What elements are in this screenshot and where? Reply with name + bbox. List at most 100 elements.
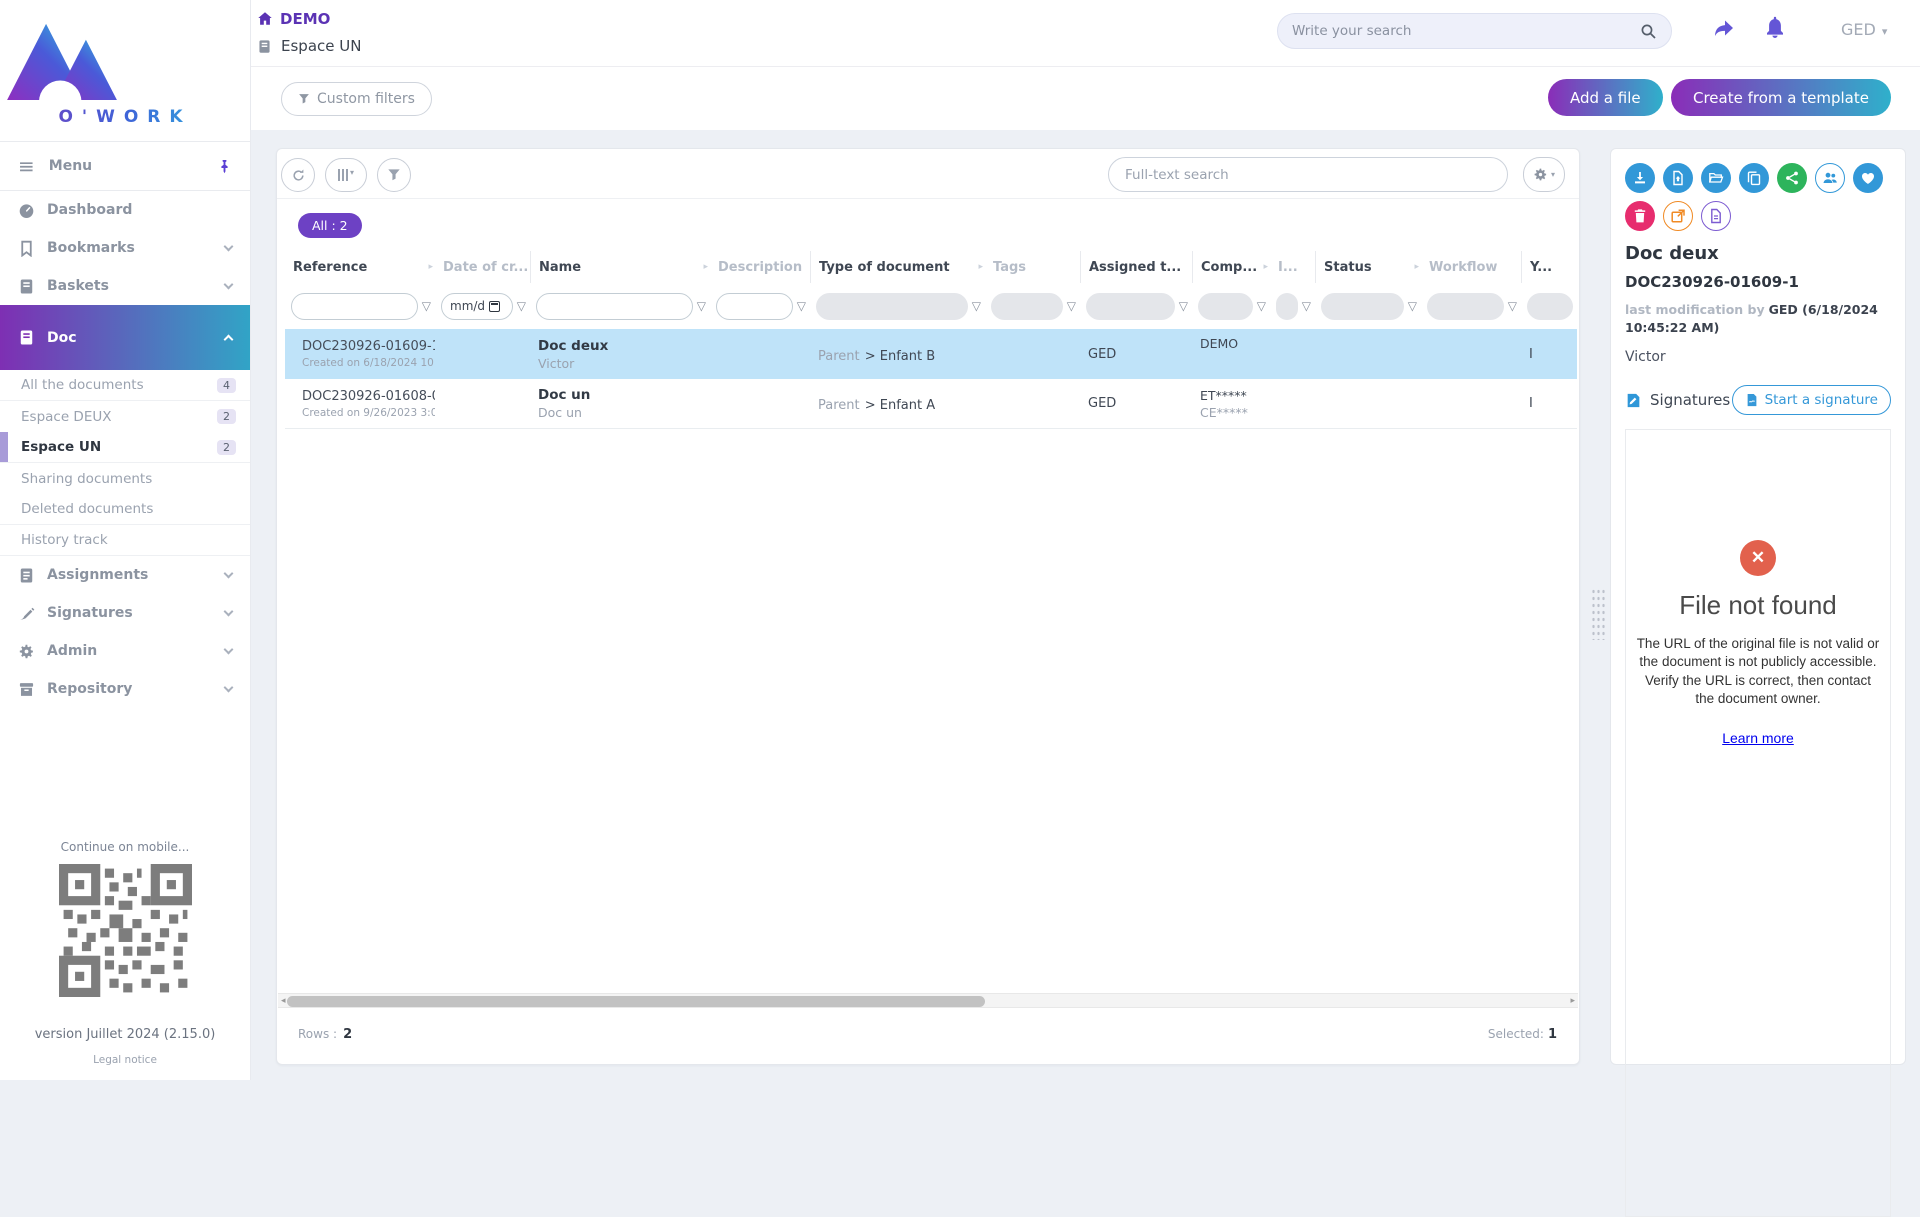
sidebar-item-doc[interactable]: Doc — [0, 305, 250, 370]
chevron-down-icon — [224, 645, 234, 655]
user-menu[interactable]: GED▾ — [1841, 20, 1887, 39]
filter-button[interactable] — [377, 158, 411, 192]
filter-funnel-icon[interactable]: ▽ — [1067, 299, 1076, 313]
sidebar-subitem-espace-deux[interactable]: Espace DEUX 2 — [0, 401, 250, 432]
filter-date-input[interactable]: mm/d — [441, 293, 513, 320]
properties-button[interactable] — [1701, 201, 1731, 231]
sidebar-nav: Dashboard Bookmarks Baskets Doc All the … — [0, 191, 250, 708]
favorite-button[interactable] — [1853, 163, 1883, 193]
refresh-button[interactable] — [281, 158, 315, 192]
edit-button[interactable] — [1663, 201, 1693, 231]
filter-funnel-icon[interactable]: ▽ — [1408, 299, 1417, 313]
cell-assigned: GED — [1080, 396, 1192, 411]
sidebar-item-label: Doc — [47, 330, 213, 346]
create-from-template-button[interactable]: Create from a template — [1671, 79, 1891, 116]
qr-code — [59, 864, 192, 997]
column-header-date[interactable]: Date of cr... — [435, 251, 530, 283]
sidebar-item-admin[interactable]: Admin — [0, 632, 250, 670]
filter-funnel-icon[interactable]: ▽ — [1302, 299, 1311, 313]
file-error-title: File not found — [1626, 590, 1890, 621]
column-header-i[interactable]: I... — [1270, 251, 1315, 283]
add-version-button[interactable] — [1663, 163, 1693, 193]
sidebar-item-assignments[interactable]: Assignments — [0, 556, 250, 594]
filter-y-select — [1527, 293, 1573, 320]
table-row[interactable]: w DOC230926-01609-1 Created on 6/18/2024… — [285, 329, 1577, 379]
pin-icon[interactable] — [217, 158, 232, 175]
scrollbar-thumb[interactable] — [287, 996, 985, 1007]
column-header-y[interactable]: Y... — [1521, 251, 1577, 283]
sidebar-item-signatures[interactable]: Signatures — [0, 594, 250, 632]
filter-funnel-icon[interactable]: ▽ — [422, 299, 431, 313]
sidebar-item-repository[interactable]: Repository — [0, 670, 250, 708]
column-header-type[interactable]: Type of document ▸ — [810, 251, 985, 283]
table-row[interactable]: DOC230926-01608-0 Created on 9/26/2023 3… — [285, 379, 1577, 429]
filter-i-select — [1276, 293, 1298, 320]
fulltext-search-input[interactable] — [1125, 167, 1491, 183]
scroll-left-icon[interactable]: ◂ — [281, 995, 286, 1007]
topbar: DEMO Espace UN GED▾ Cus — [251, 0, 1920, 130]
column-header-tags[interactable]: Tags — [985, 251, 1080, 283]
sidebar-item-dashboard[interactable]: Dashboard — [0, 191, 250, 229]
table-settings-button[interactable]: ▾ — [1523, 157, 1565, 192]
heart-icon — [1860, 170, 1876, 186]
calendar-icon[interactable] — [489, 301, 500, 312]
column-header-name[interactable]: Name ▸ — [530, 251, 710, 283]
column-header-workflow[interactable]: Workflow — [1421, 251, 1521, 283]
filter-reference-input[interactable] — [291, 293, 418, 320]
column-header-description[interactable]: Description — [710, 251, 810, 283]
filter-funnel-icon[interactable]: ▽ — [697, 299, 706, 313]
sidebar-subitem-deleted-documents[interactable]: Deleted documents — [0, 494, 250, 525]
sidebar-subitem-history-track[interactable]: History track — [0, 525, 250, 556]
bell-icon[interactable] — [1763, 16, 1787, 40]
caret-down-icon: ▾ — [1551, 170, 1555, 179]
assign-users-button[interactable] — [1815, 163, 1845, 193]
menu-label: Menu — [49, 158, 203, 174]
filter-funnel-icon[interactable]: ▽ — [797, 299, 806, 313]
tab-all-documents[interactable]: All : 2 — [298, 213, 362, 238]
doc-created: Created on 6/18/2024 10:45:22 AM — [302, 357, 435, 369]
start-signature-button[interactable]: Start a signature — [1732, 385, 1891, 415]
share-document-button[interactable] — [1777, 163, 1807, 193]
share-icon[interactable] — [1711, 16, 1735, 40]
sidebar-subitem-sharing-documents[interactable]: Sharing documents — [0, 463, 250, 494]
open-folder-button[interactable] — [1701, 163, 1731, 193]
column-header-assigned[interactable]: Assigned t... — [1080, 251, 1192, 283]
column-header-reference[interactable]: Reference ▸ — [285, 251, 435, 283]
sidebar-subitem-all-documents[interactable]: All the documents 4 — [0, 370, 250, 401]
sidebar-item-baskets[interactable]: Baskets — [0, 267, 250, 305]
book-icon — [18, 329, 35, 346]
global-search-input[interactable] — [1292, 23, 1640, 39]
filter-funnel-icon[interactable]: ▽ — [972, 299, 981, 313]
legal-notice-link[interactable]: Legal notice — [0, 1054, 250, 1066]
signatures-label: Signatures — [1625, 391, 1730, 409]
filter-funnel-icon[interactable]: ▽ — [1179, 299, 1188, 313]
column-header-company[interactable]: Comp... ▸ — [1192, 251, 1270, 283]
detail-panel: Doc deux DOC230926-01609-1 last modifica… — [1610, 148, 1906, 1065]
scroll-right-icon[interactable]: ▸ — [1570, 995, 1575, 1007]
filter-name-input[interactable] — [536, 293, 693, 320]
subitem-label: All the documents — [21, 377, 217, 393]
sidebar-subitem-espace-un[interactable]: Espace UN 2 — [0, 432, 250, 463]
delete-button[interactable] — [1625, 201, 1655, 231]
subitem-label: Espace DEUX — [21, 409, 217, 425]
filter-description-input[interactable] — [716, 293, 793, 320]
brand-logo[interactable]: O'WORK — [0, 0, 250, 127]
copy-button[interactable] — [1739, 163, 1769, 193]
filter-funnel-icon[interactable]: ▽ — [1508, 299, 1517, 313]
download-button[interactable] — [1625, 163, 1655, 193]
sidebar-item-bookmarks[interactable]: Bookmarks — [0, 229, 250, 267]
custom-filters-button[interactable]: Custom filters — [281, 82, 432, 116]
document-actions-row — [1625, 163, 1891, 193]
add-file-button[interactable]: Add a file — [1548, 79, 1663, 116]
document-icon — [1708, 208, 1724, 224]
filter-funnel-icon[interactable]: ▽ — [1257, 299, 1266, 313]
filter-funnel-icon[interactable]: ▽ — [517, 299, 526, 313]
breadcrumb-root[interactable]: DEMO — [257, 10, 330, 28]
search-icon[interactable] — [1640, 23, 1657, 40]
horizontal-scrollbar[interactable]: ◂ ▸ — [278, 993, 1578, 1008]
hamburger-icon[interactable]: ≡ — [18, 156, 35, 176]
columns-button[interactable]: ▾ — [325, 158, 367, 192]
panel-resize-handle[interactable] — [1591, 588, 1605, 640]
column-header-status[interactable]: Status ▸ — [1315, 251, 1421, 283]
learn-more-link[interactable]: Learn more — [1722, 730, 1794, 746]
